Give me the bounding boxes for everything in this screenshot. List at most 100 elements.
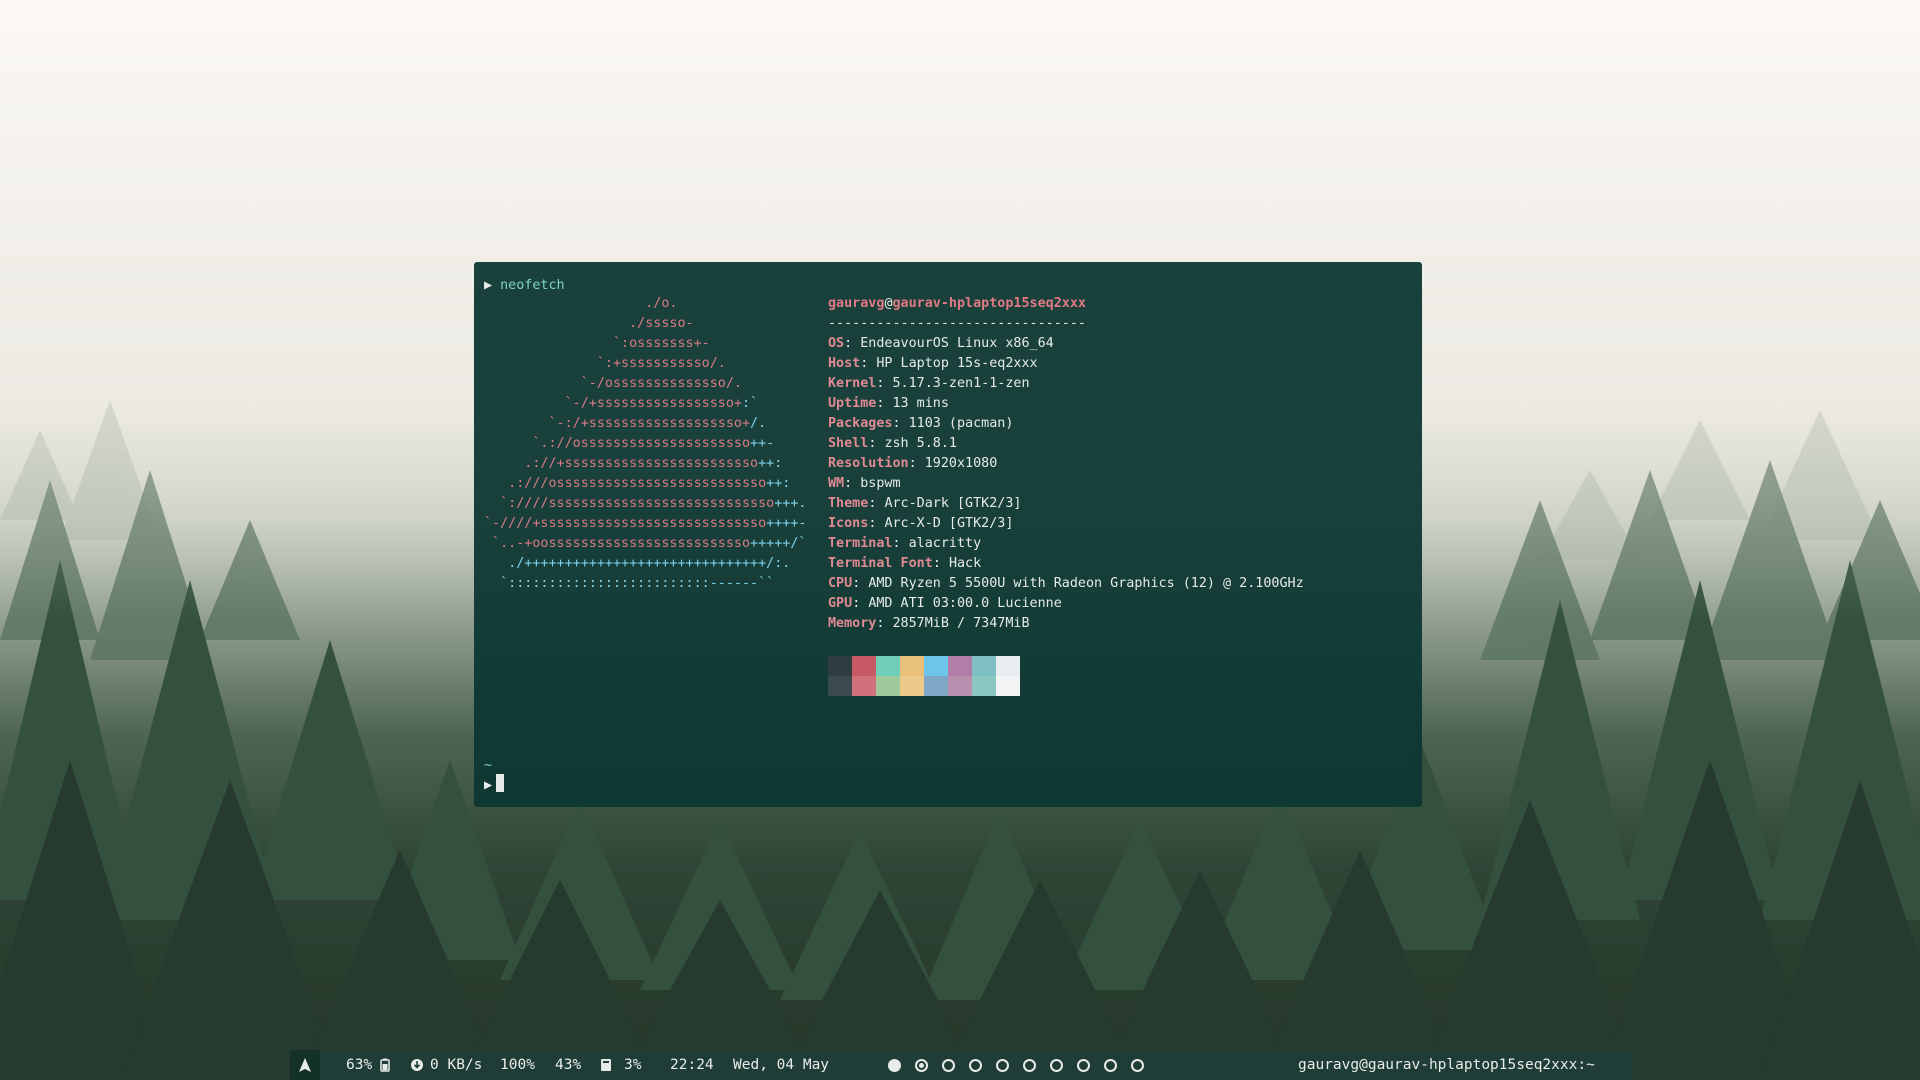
info-value: 1920x1080	[924, 456, 998, 471]
ascii-line: `-/+sssssssssssssssso+:`	[484, 394, 806, 414]
info-key: Icons	[828, 516, 869, 531]
ascii-line: ./sssso-	[484, 314, 806, 334]
prompt-arrow-icon: ▶	[484, 778, 493, 793]
ascii-line: `:////ssssssssssssssssssssssssssso+++.	[484, 494, 806, 514]
info-row: Host: HP Laptop 15s-eq2xxx	[828, 354, 1304, 374]
clock-time: 22:24	[670, 1057, 714, 1073]
info-colon: :	[844, 336, 861, 351]
ascii-part-blue: ./++++++++++++++++++++++++++++++/:.	[484, 556, 791, 571]
info-value: AMD Ryzen 5 5500U with Radeon Graphics (…	[868, 576, 1304, 591]
info-value: 2857MiB / 7347MiB	[892, 616, 1030, 631]
network-speed: 0 KB/s	[430, 1057, 483, 1073]
workspace-indicators	[888, 1050, 1144, 1080]
info-colon: :	[876, 376, 893, 391]
workspace-7-icon[interactable]	[1050, 1058, 1063, 1072]
info-row: Kernel: 5.17.3-zen1-1-zen	[828, 374, 1304, 394]
window-title: gauravg@gaurav-hplaptop15seq2xxx:~	[1298, 1057, 1595, 1073]
username: gauravg	[828, 296, 885, 311]
ascii-line: ./o.	[484, 294, 806, 314]
ascii-part-red: `.://osssssssssssssssssssso	[484, 436, 751, 451]
user-host: gauravg@gaurav-hplaptop15seq2xxx	[828, 294, 1304, 314]
workspace-2-icon[interactable]	[915, 1058, 928, 1072]
info-key: CPU	[828, 576, 853, 591]
ascii-line: ./++++++++++++++++++++++++++++++/:.	[484, 554, 806, 574]
workspace-6-icon[interactable]	[1023, 1058, 1036, 1072]
info-key: Terminal	[828, 536, 893, 551]
ascii-line: `-:/+sssssssssssssssssso+/.	[484, 414, 806, 434]
info-colon: :	[932, 556, 949, 571]
info-key: Resolution	[828, 456, 909, 471]
ascii-line: `.://osssssssssssssssssssso++-	[484, 434, 806, 454]
battery-icon	[380, 1058, 390, 1072]
ascii-line: .:///ossssssssssssssssssssssssso++:	[484, 474, 806, 494]
ascii-part-blue: ++-	[750, 436, 775, 451]
volume-status: 100%	[500, 1057, 535, 1073]
command-line: ▶ neofetch	[484, 276, 565, 296]
info-value: EndeavourOS Linux x86_64	[860, 336, 1054, 351]
info-value: 13 mins	[892, 396, 949, 411]
ascii-part-blue: ++:	[758, 456, 783, 471]
cpu-value: 3%	[624, 1057, 642, 1073]
info-colon: :	[860, 356, 877, 371]
info-row: Icons: Arc-X-D [GTK2/3]	[828, 514, 1304, 534]
ascii-line: `:+sssssssssso/.	[484, 354, 806, 374]
info-value: Hack	[948, 556, 982, 571]
ascii-part-red: `-////+ssssssssssssssssssssssssssso	[484, 516, 767, 531]
ascii-part-blue: :`	[741, 396, 759, 411]
info-row: Theme: Arc-Dark [GTK2/3]	[828, 494, 1304, 514]
info-key: GPU	[828, 596, 853, 611]
ascii-part-red: `-:/+sssssssssssssssssso+	[484, 416, 751, 431]
workspace-3-icon[interactable]	[942, 1058, 955, 1072]
battery-value: 63%	[346, 1057, 373, 1073]
ascii-part-blue: ++:	[766, 476, 791, 491]
cwd-tilde: ~	[484, 758, 493, 773]
workspace-5-icon[interactable]	[996, 1058, 1009, 1072]
info-row: CPU: AMD Ryzen 5 5500U with Radeon Graph…	[828, 574, 1304, 594]
ascii-part-red: ./sssso-	[484, 316, 694, 331]
ascii-logo: ./o. ./sssso- `:osssssss+- `:+ssssssssss…	[484, 294, 806, 594]
info-value: 5.17.3-zen1-1-zen	[892, 376, 1030, 391]
ascii-line: `-////+ssssssssssssssssssssssssssso++++-	[484, 514, 806, 534]
ascii-line: `:osssssss+-	[484, 334, 806, 354]
system-info: gauravg@gaurav-hplaptop15seq2xxx -------…	[828, 294, 1304, 634]
info-row: Memory: 2857MiB / 7347MiB	[828, 614, 1304, 634]
workspace-1-icon[interactable]	[888, 1058, 901, 1072]
info-colon: :	[852, 596, 869, 611]
separator: --------------------------------	[828, 316, 1086, 331]
input-prompt[interactable]: ▶	[484, 774, 505, 796]
workspace-8-icon[interactable]	[1077, 1058, 1090, 1072]
color-swatch	[900, 656, 924, 696]
terminal-window[interactable]: ▶ neofetch ./o. ./sssso- `:osssssss+- `:…	[474, 262, 1422, 807]
cpu-status: 3%	[600, 1050, 641, 1080]
info-value: HP Laptop 15s-eq2xxx	[876, 356, 1038, 371]
color-swatch	[996, 656, 1020, 696]
info-colon: :	[892, 536, 909, 551]
ascii-part-red: .://+ssssssssssssssssssssssso	[484, 456, 759, 471]
ascii-line: `:::::::::::::::::::::::::------``	[484, 574, 806, 594]
info-row: GPU: AMD ATI 03:00.0 Lucienne	[828, 594, 1304, 614]
ascii-part-red: `:+sssssssssso/.	[484, 356, 726, 371]
workspace-4-icon[interactable]	[969, 1058, 982, 1072]
status-bar: 63% 0 KB/s 100% 43% 3% 22:24 Wed, 04 May…	[290, 1050, 1632, 1080]
hostname: gaurav-hplaptop15seq2xxx	[892, 296, 1086, 311]
color-swatch	[828, 656, 852, 696]
info-key: Kernel	[828, 376, 877, 391]
info-colon: :	[908, 456, 925, 471]
download-icon	[411, 1059, 423, 1071]
ascii-part-red: `..-+oosssssssssssssssssssssssso	[484, 536, 751, 551]
prompt-arrow-icon: ▶	[484, 278, 493, 293]
arch-logo-icon[interactable]	[290, 1050, 320, 1080]
network-status: 0 KB/s	[410, 1050, 482, 1080]
info-value: Arc-Dark [GTK2/3]	[884, 496, 1022, 511]
ascii-part-blue: /.	[750, 416, 767, 431]
workspace-10-icon[interactable]	[1131, 1058, 1144, 1072]
info-row: Packages: 1103 (pacman)	[828, 414, 1304, 434]
info-key: Memory	[828, 616, 877, 631]
info-key: Terminal Font	[828, 556, 933, 571]
info-colon: :	[852, 576, 869, 591]
info-value: bspwm	[860, 476, 901, 491]
workspace-9-icon[interactable]	[1104, 1058, 1117, 1072]
ascii-line: `..-+oosssssssssssssssssssssssso+++++/`	[484, 534, 806, 554]
info-row: WM: bspwm	[828, 474, 1304, 494]
ascii-part-red: `:////ssssssssssssssssssssssssssso	[484, 496, 775, 511]
